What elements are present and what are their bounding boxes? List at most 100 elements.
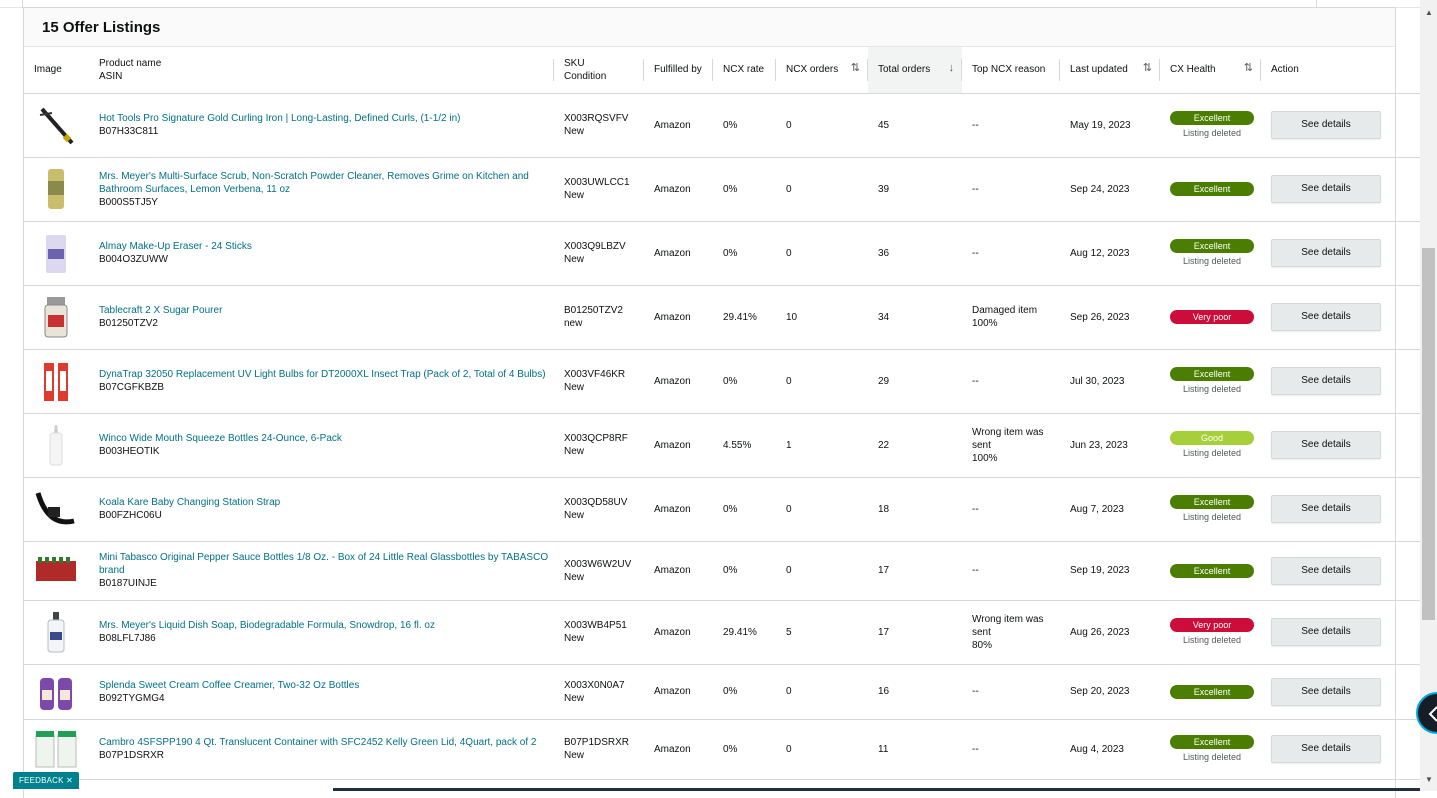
- product-name-link[interactable]: DynaTrap 32050 Replacement UV Light Bulb…: [99, 368, 554, 381]
- product-cell: Mini Tabasco Original Pepper Sauce Bottl…: [89, 541, 554, 600]
- product-name-link[interactable]: Hot Tools Pro Signature Gold Curling Iro…: [99, 112, 554, 125]
- fulfilled-by: Amazon: [654, 375, 691, 387]
- asin: B00FZHC06U: [99, 510, 162, 521]
- listing-status: Listing deleted: [1182, 634, 1242, 645]
- product-image[interactable]: [24, 349, 89, 413]
- sugar-pourer-icon: [34, 295, 78, 339]
- col-total-orders[interactable]: Total orders ↓: [868, 47, 962, 93]
- table-header-row: Image Product name ASIN SKU Condition Fulf…: [24, 47, 1437, 93]
- cx-health-badge: Excellent: [1170, 563, 1254, 578]
- table-row: Almay Make-Up Eraser - 24 Sticks B004O3ZU…: [24, 221, 1437, 285]
- product-image[interactable]: [24, 221, 89, 285]
- table-row: DynaTrap 32050 Replacement UV Light Bulb…: [24, 349, 1437, 413]
- see-details-button[interactable]: See details: [1271, 303, 1381, 331]
- product-name-link[interactable]: Splenda Sweet Cream Coffee Creamer, Two-…: [99, 679, 554, 692]
- ncx-rate: 0%: [723, 375, 738, 387]
- product-image[interactable]: [24, 600, 89, 664]
- ncx-orders: 0: [786, 565, 792, 576]
- fulfilled-by: Amazon: [654, 686, 691, 697]
- ncx-rate: 4.55%: [723, 439, 752, 451]
- col-image: Image: [34, 64, 62, 76]
- see-details-button[interactable]: See details: [1271, 431, 1381, 459]
- total-orders: 11: [878, 743, 889, 755]
- condition: New: [564, 633, 585, 644]
- condition: new: [564, 318, 583, 329]
- total-orders: 17: [878, 626, 890, 638]
- product-image[interactable]: [24, 719, 89, 779]
- see-details-button[interactable]: See details: [1271, 618, 1381, 646]
- top-ncx-reason: --: [972, 375, 979, 387]
- last-updated: Aug 7, 2023: [1070, 503, 1124, 515]
- see-details-button[interactable]: See details: [1271, 239, 1381, 267]
- total-orders: 45: [878, 119, 890, 131]
- product-image[interactable]: [24, 285, 89, 349]
- see-details-button[interactable]: See details: [1271, 495, 1381, 523]
- cx-health-badge: Excellent: [1170, 238, 1254, 253]
- sku-cell: X003RQSVFV New: [554, 93, 644, 157]
- ncx-rate: 29.41%: [723, 311, 757, 323]
- see-details-button[interactable]: See details: [1271, 556, 1381, 585]
- sku: X003QD58UV: [564, 497, 628, 508]
- asin: B000S5TJ5Y: [99, 196, 158, 208]
- strap-icon: [34, 487, 78, 531]
- scrollbar-thumb[interactable]: [1422, 248, 1435, 620]
- scroll-down-arrow-icon[interactable]: ▼: [1424, 775, 1434, 784]
- product-image[interactable]: [24, 413, 89, 477]
- product-image[interactable]: [24, 157, 89, 221]
- see-details-button[interactable]: See details: [1271, 175, 1381, 203]
- product-name-link[interactable]: Tablecraft 2 X Sugar Pourer: [99, 304, 554, 317]
- table-row: Mini Tabasco Original Pepper Sauce Bottl…: [24, 541, 1437, 600]
- product-cell: Splenda Sweet Cream Coffee Creamer, Two-…: [89, 664, 554, 719]
- condition: New: [564, 692, 585, 704]
- product-name-link[interactable]: Almay Make-Up Eraser - 24 Sticks: [99, 240, 554, 253]
- floating-chevron-button[interactable]: [1416, 692, 1437, 734]
- product-image[interactable]: [24, 93, 89, 157]
- product-name-link[interactable]: Mrs. Meyer's Liquid Dish Soap, Biodegrad…: [99, 619, 554, 632]
- product-image[interactable]: [24, 541, 89, 600]
- product-cell: DynaTrap 32050 Replacement UV Light Bulb…: [89, 349, 554, 413]
- ncx-orders: 0: [786, 503, 792, 515]
- fulfilled-by: Amazon: [654, 743, 691, 755]
- col-last-updated[interactable]: Last updated ⇅: [1060, 47, 1160, 93]
- cx-health-badge: Excellent: [1170, 734, 1254, 749]
- see-details-button[interactable]: See details: [1271, 677, 1381, 706]
- product-image[interactable]: [24, 477, 89, 541]
- sort-updown-icon[interactable]: ⇅: [1143, 63, 1152, 74]
- ncx-orders: 0: [786, 119, 792, 131]
- product-name-link[interactable]: Mrs. Meyer's Multi-Surface Scrub, Non-Sc…: [99, 170, 554, 196]
- see-details-button[interactable]: See details: [1271, 367, 1381, 395]
- cx-health-cell: Very poor Listing deleted: [1160, 600, 1261, 664]
- table-row: Cambro 4SFSPP190 4 Qt. Translucent Conta…: [24, 719, 1437, 779]
- see-details-button[interactable]: See details: [1271, 111, 1381, 139]
- scroll-up-arrow-icon[interactable]: ▲: [1424, 8, 1434, 17]
- col-action: Action: [1271, 64, 1299, 76]
- cx-health-badge: Excellent: [1170, 182, 1254, 196]
- sort-down-arrow-icon[interactable]: ↓: [949, 63, 955, 74]
- see-details-button[interactable]: See details: [1271, 735, 1381, 763]
- last-updated: Jun 23, 2023: [1070, 439, 1128, 451]
- ncx-rate: 0%: [723, 247, 738, 259]
- last-updated: May 19, 2023: [1070, 119, 1131, 131]
- product-name-link[interactable]: Cambro 4SFSPP190 4 Qt. Translucent Conta…: [99, 736, 554, 749]
- col-ncx-orders[interactable]: NCX orders ⇅: [776, 47, 868, 93]
- product-name-link[interactable]: Koala Kare Baby Changing Station Strap: [99, 496, 554, 509]
- action-cell: See details: [1261, 600, 1381, 664]
- sort-updown-icon[interactable]: ⇅: [1244, 63, 1253, 74]
- asin: B08LFL7J86: [99, 633, 156, 644]
- cx-health-badge: Good: [1170, 430, 1254, 445]
- top-ncx-reason: --: [972, 503, 979, 515]
- fulfilled-by: Amazon: [654, 183, 691, 195]
- product-name-link[interactable]: Mini Tabasco Original Pepper Sauce Bottl…: [99, 551, 554, 577]
- sku-cell: X003VF46KR New: [554, 349, 644, 413]
- product-name-link[interactable]: Winco Wide Mouth Squeeze Bottles 24-Ounc…: [99, 432, 554, 445]
- col-cx-health[interactable]: CX Health ⇅: [1160, 47, 1261, 93]
- condition: New: [564, 750, 585, 761]
- product-image[interactable]: [24, 664, 89, 719]
- ncx-orders: 1: [786, 439, 792, 451]
- sort-updown-icon[interactable]: ⇅: [851, 63, 860, 74]
- col-sku: SKU Condition: [554, 47, 644, 93]
- sku-cell: X003QD58UV New: [554, 477, 644, 541]
- cx-health-badge: Very poor: [1170, 310, 1254, 324]
- listings-title: 15 Offer Listings: [24, 8, 1395, 47]
- feedback-button[interactable]: FEEDBACK ✕: [13, 772, 79, 789]
